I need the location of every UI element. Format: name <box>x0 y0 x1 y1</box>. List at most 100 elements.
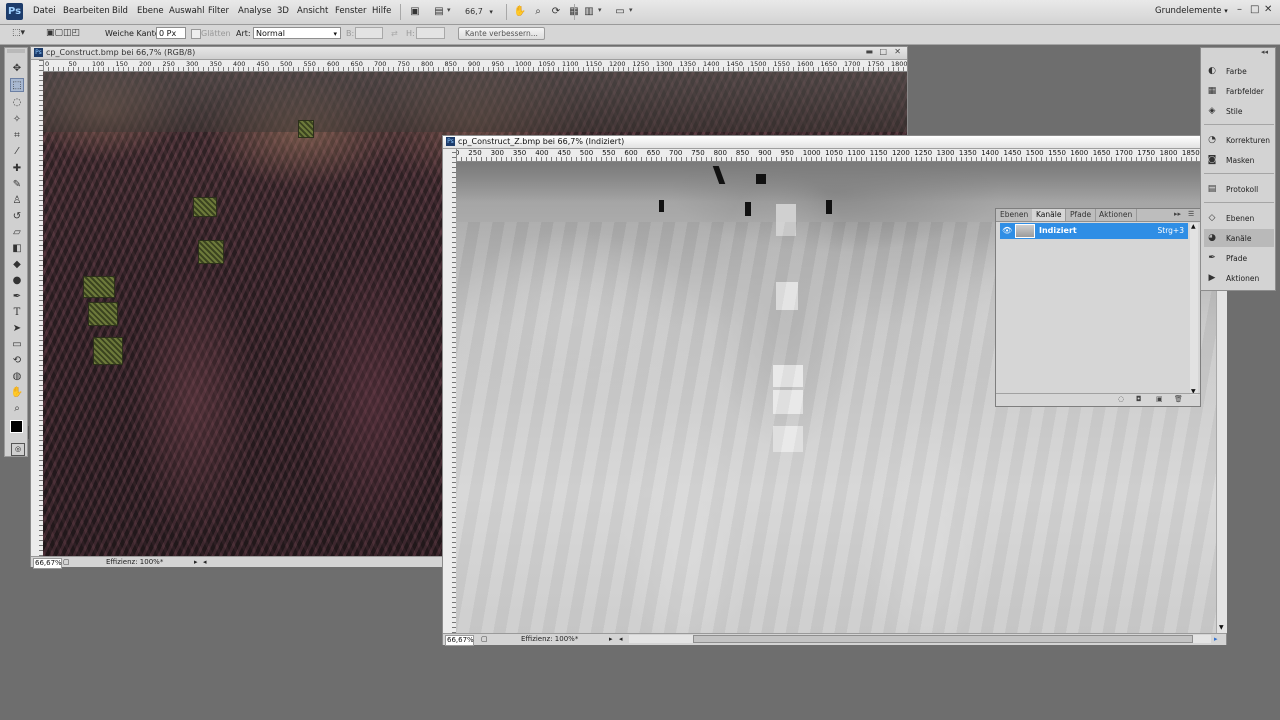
dock-item-kanaele[interactable]: ◕ Kanäle <box>1204 229 1274 247</box>
tools-panel-grip[interactable] <box>7 49 25 53</box>
status-arrow-icon[interactable]: ▸ <box>609 635 613 643</box>
3d-rotate-icon[interactable]: ⟲ <box>10 353 24 367</box>
hand-tool-icon[interactable]: ✋ <box>513 5 527 18</box>
zoom-level-dropdown[interactable]: 66,7 ▾ <box>465 5 499 18</box>
height-input[interactable] <box>416 27 445 39</box>
bridge-icon[interactable]: ▣ <box>408 5 422 18</box>
menu-hilfe[interactable]: Hilfe <box>372 6 391 16</box>
tab-ebenen[interactable]: Ebenen <box>996 209 1034 221</box>
dock-item-aktionen[interactable]: ▶ Aktionen <box>1204 269 1274 287</box>
crop-icon[interactable]: ⌗ <box>10 128 24 142</box>
dock-item-ebenen[interactable]: ◇ Ebenen <box>1204 209 1274 227</box>
horizontal-scroll-thumb[interactable] <box>693 635 1193 643</box>
rotate-view-icon[interactable]: ⟳ <box>549 5 563 18</box>
brush-icon[interactable]: ✎ <box>10 177 24 191</box>
dock-item-farbfelder[interactable]: ▦ Farbfelder <box>1204 82 1274 100</box>
pen-icon[interactable]: ✒ <box>10 289 24 303</box>
history-brush-icon[interactable]: ↺ <box>10 209 24 223</box>
maximize-icon[interactable]: □ <box>1250 4 1259 15</box>
tab-aktionen[interactable]: Aktionen <box>1095 209 1138 221</box>
stamp-icon[interactable]: ♙ <box>10 193 24 207</box>
scroll-right-icon[interactable]: ▸ <box>1214 635 1218 643</box>
vertical-ruler[interactable] <box>443 149 457 633</box>
scroll-up-icon[interactable]: ▲ <box>1191 223 1196 230</box>
save-selection-icon[interactable]: ◘ <box>1136 395 1145 404</box>
tab-kanaele[interactable]: Kanäle <box>1032 209 1067 221</box>
path-select-icon[interactable]: ➤ <box>10 321 24 335</box>
channel-row[interactable]: 👁 Indiziert Strg+3 <box>1000 223 1188 239</box>
foreground-color-swatch[interactable] <box>10 420 23 433</box>
selection-mode-icons[interactable]: ▣▢◫◰ <box>46 28 80 38</box>
dodge-icon[interactable]: ● <box>10 273 24 287</box>
status-info-icon[interactable]: ▢ <box>481 635 488 643</box>
doc-maximize-icon[interactable]: □ <box>879 47 887 56</box>
lasso-icon[interactable]: ◌ <box>10 95 24 109</box>
arrange-documents-icon[interactable]: ▥ <box>582 5 596 18</box>
feather-input[interactable]: 0 Px <box>156 27 186 39</box>
zoom-tool-icon[interactable]: ⌕ <box>531 5 545 18</box>
tab-pfade[interactable]: Pfade <box>1066 209 1097 221</box>
eraser-icon[interactable]: ▱ <box>10 225 24 239</box>
menu-3d[interactable]: 3D <box>277 6 289 16</box>
screen-mode-dropdown-icon[interactable]: ▾ <box>629 6 633 14</box>
close-icon[interactable]: ✕ <box>1264 4 1272 15</box>
scroll-left-icon[interactable]: ◂ <box>203 558 207 566</box>
menu-bearbeiten[interactable]: Bearbeiten <box>63 6 110 16</box>
arrange-dropdown-icon[interactable]: ▾ <box>598 6 602 14</box>
tool-preset-icon[interactable]: ⬚▾ <box>12 28 25 38</box>
load-selection-icon[interactable]: ◌ <box>1118 395 1127 404</box>
extras-dropdown-icon[interactable]: ▾ <box>447 6 451 14</box>
zoom-icon[interactable]: ⌕ <box>10 401 24 415</box>
menu-bild[interactable]: Bild <box>112 6 128 16</box>
dock-item-korrekturen[interactable]: ◔ Korrekturen <box>1204 131 1274 149</box>
doc-close-icon[interactable]: ✕ <box>894 47 901 56</box>
healing-icon[interactable]: ✚ <box>10 161 24 175</box>
style-select[interactable]: Normal ▾ <box>253 27 341 39</box>
panel-scrollbar[interactable]: ▲ ▼ <box>1190 223 1198 395</box>
scroll-down-icon[interactable]: ▼ <box>1219 624 1224 631</box>
document-titlebar[interactable]: Ps cp_Construct.bmp bei 66,7% (RGB/8) ▬ … <box>31 47 907 60</box>
gradient-icon[interactable]: ◧ <box>10 241 24 255</box>
status-zoom-field[interactable]: 66,67% <box>33 558 62 569</box>
menu-datei[interactable]: Datei <box>33 6 56 16</box>
menu-analyse[interactable]: Analyse <box>238 6 271 16</box>
panel-collapse-icon[interactable]: ▸▸ <box>1174 210 1181 218</box>
document-titlebar[interactable]: Ps cp_Construct_Z.bmp bei 66,7% (Indizie… <box>443 136 1226 149</box>
menu-fenster[interactable]: Fenster <box>335 6 367 16</box>
horizontal-scrollbar[interactable] <box>629 635 1211 643</box>
menu-ebene[interactable]: Ebene <box>137 6 164 16</box>
horizontal-ruler[interactable]: 0 50 100 150 200 250 300 350 400 450 500 550 600 650 7… <box>43 60 907 72</box>
eyedropper-icon[interactable]: ⁄ <box>10 144 24 158</box>
width-input[interactable] <box>355 27 383 39</box>
horizontal-ruler[interactable]: 2002503003504004505005506006507007508008… <box>456 149 1226 162</box>
status-zoom-field[interactable]: 66,67% <box>445 635 474 646</box>
dock-item-protokoll[interactable]: ▤ Protokoll <box>1204 180 1274 198</box>
refine-edge-button[interactable]: Kante verbessern... <box>458 27 545 40</box>
status-arrow-icon[interactable]: ▸ <box>194 558 198 566</box>
delete-channel-icon[interactable]: 🗑 <box>1174 395 1183 404</box>
dock-item-stile[interactable]: ◈ Stile <box>1204 102 1274 120</box>
move-icon[interactable]: ✥ <box>10 61 24 75</box>
hand-icon[interactable]: ✋ <box>10 385 24 399</box>
quick-mask-icon[interactable]: ◎ <box>11 443 25 456</box>
menu-filter[interactable]: Filter <box>208 6 229 16</box>
status-info-icon[interactable]: ▢ <box>63 558 70 566</box>
screen-mode-icon[interactable]: ▭ <box>613 5 627 18</box>
visibility-eye-icon[interactable]: 👁 <box>1002 226 1012 235</box>
antialias-checkbox[interactable] <box>191 29 201 39</box>
shape-icon[interactable]: ▭ <box>10 337 24 351</box>
scroll-left-icon[interactable]: ◂ <box>619 635 623 643</box>
dock-item-farbe[interactable]: ◐ Farbe <box>1204 62 1274 80</box>
menu-ansicht[interactable]: Ansicht <box>297 6 328 16</box>
dock-collapse-icon[interactable]: ◂◂ <box>1261 48 1268 56</box>
new-channel-icon[interactable]: ▣ <box>1156 395 1165 404</box>
dock-item-masken[interactable]: ◙ Masken <box>1204 151 1274 169</box>
swap-dimensions-icon[interactable]: ⇄ <box>391 29 398 38</box>
minimize-icon[interactable]: – <box>1237 4 1242 15</box>
marquee-icon[interactable]: ⬚ <box>10 78 24 92</box>
dock-item-pfade[interactable]: ✒ Pfade <box>1204 249 1274 267</box>
blur-icon[interactable]: ◆ <box>10 257 24 271</box>
panel-menu-icon[interactable]: ☰ <box>1188 210 1194 218</box>
menu-auswahl[interactable]: Auswahl <box>169 6 205 16</box>
3d-camera-icon[interactable]: ◍ <box>10 369 24 383</box>
